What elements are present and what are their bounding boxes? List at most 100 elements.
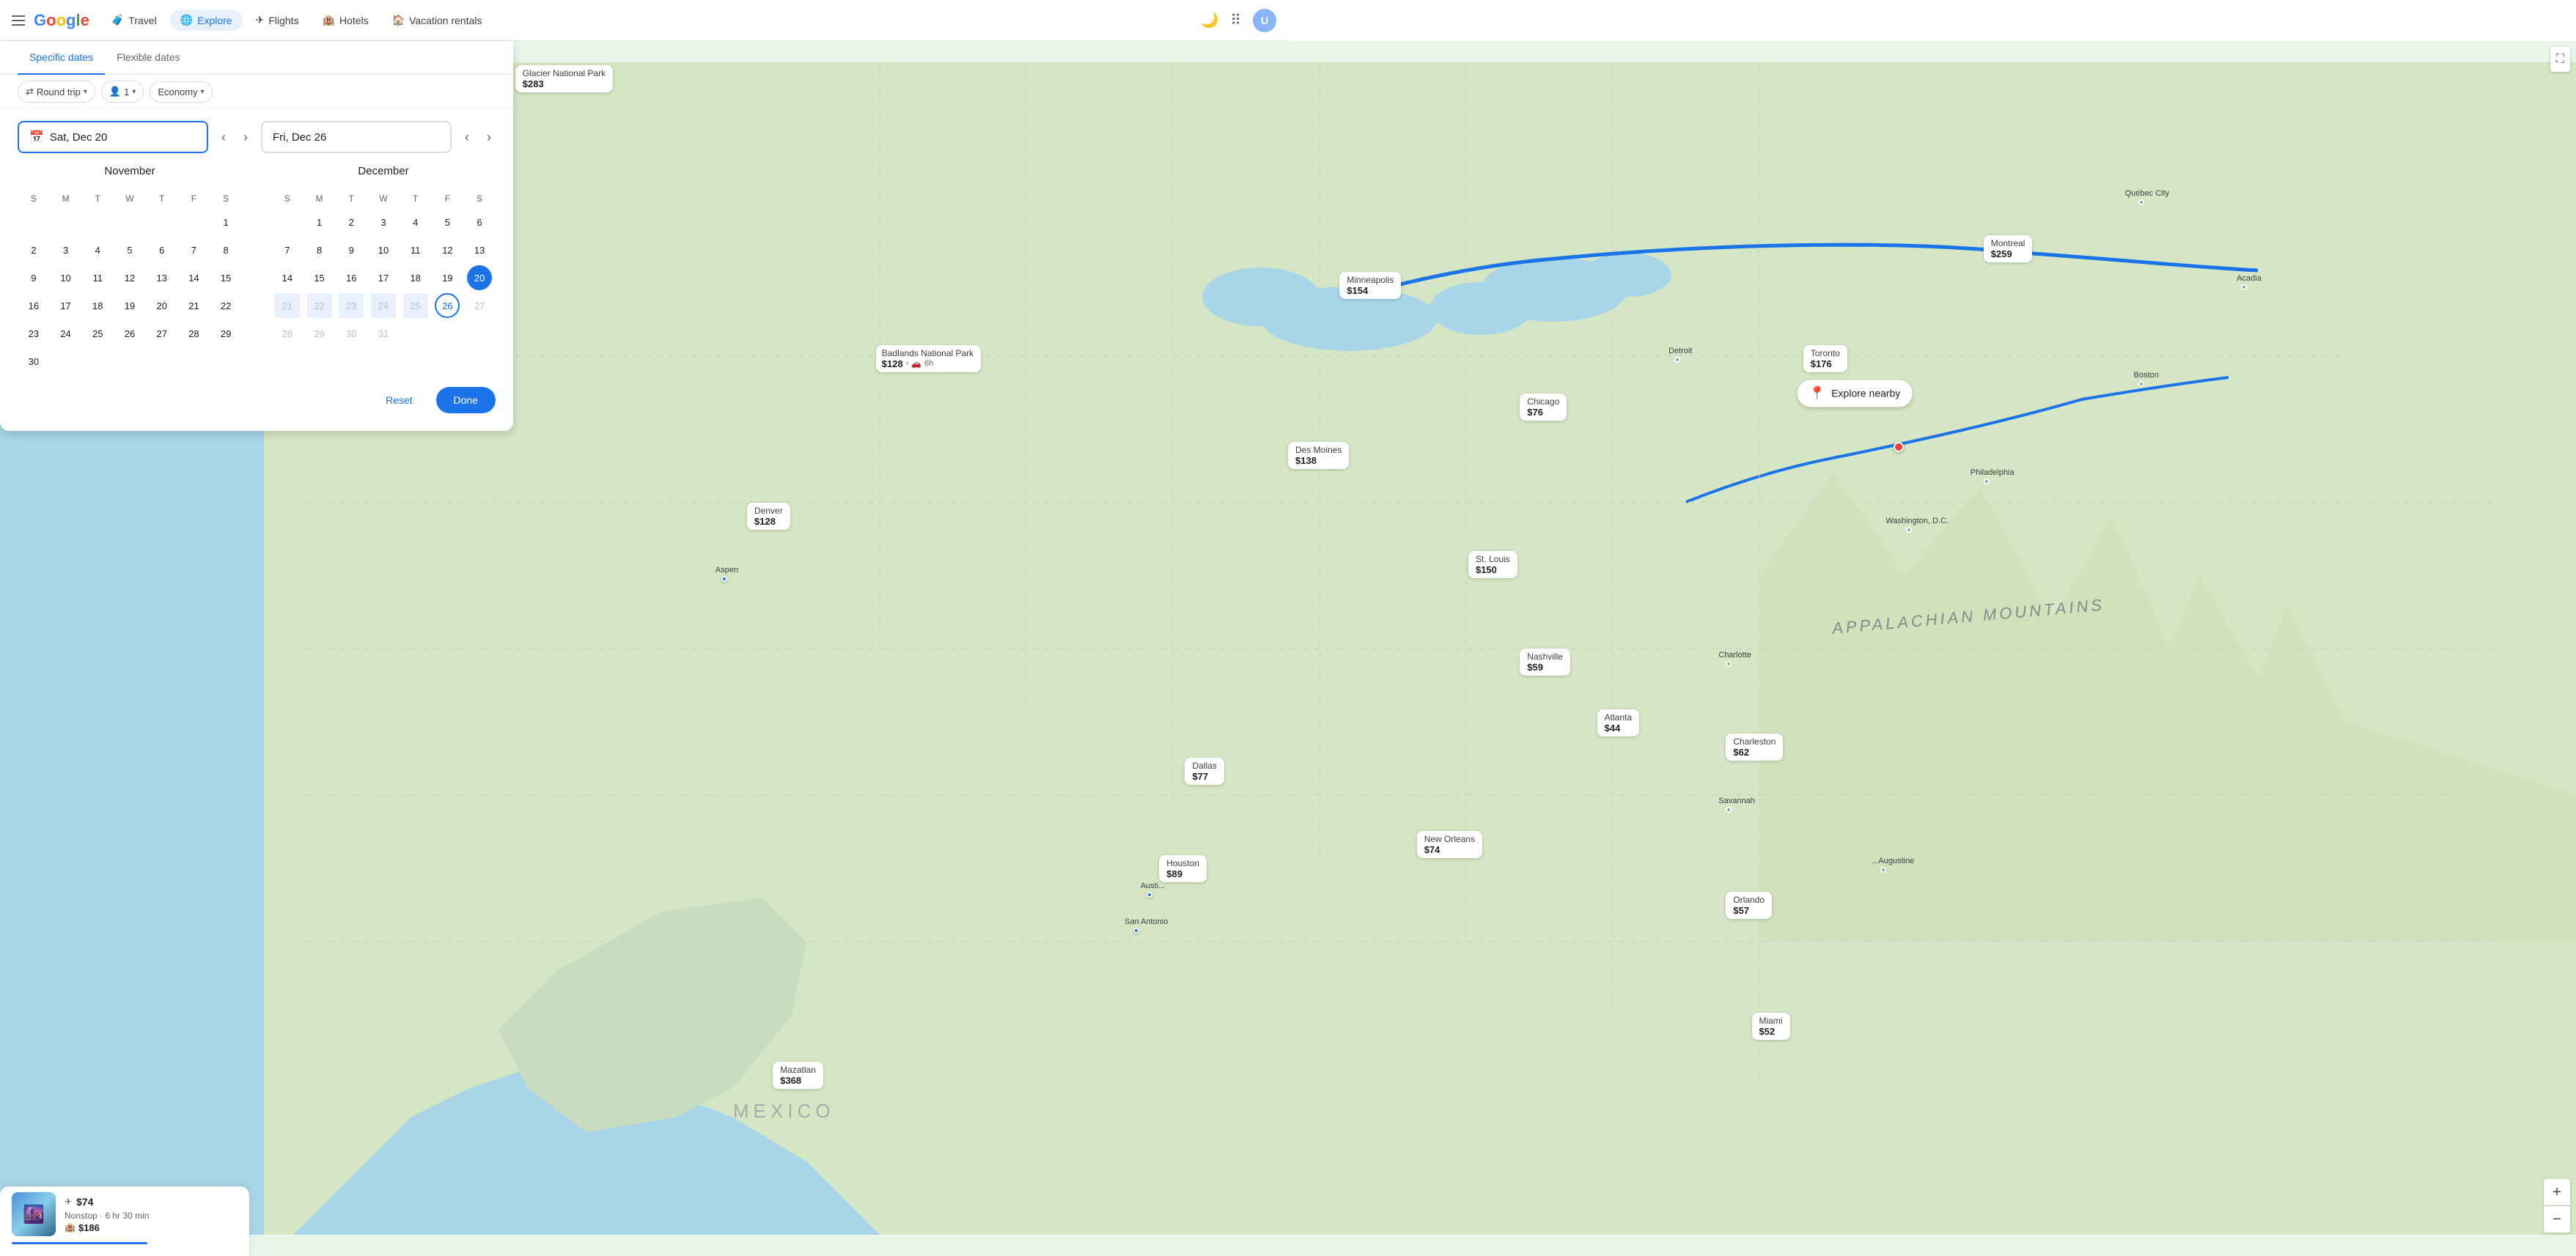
nov-day-3[interactable]: 3 xyxy=(54,237,78,262)
dec-day-11[interactable]: 11 xyxy=(403,237,428,262)
dec-day-8[interactable]: 8 xyxy=(307,237,332,262)
zoom-out-button[interactable]: − xyxy=(2544,1206,2570,1233)
dec-day-3[interactable]: 3 xyxy=(371,210,396,234)
dec-day-17[interactable]: 17 xyxy=(371,265,396,290)
price-label-miami[interactable]: Miami $52 xyxy=(1752,1013,1790,1040)
dec-day-18[interactable]: 18 xyxy=(403,265,428,290)
nov-day-10[interactable]: 10 xyxy=(54,265,78,290)
dec-day-31[interactable]: 31 xyxy=(371,321,396,346)
nov-day-8[interactable]: 8 xyxy=(213,237,238,262)
dec-day-23[interactable]: 23 xyxy=(339,293,364,318)
price-label-chicago[interactable]: Chicago $76 xyxy=(1520,394,1567,421)
dec-day-22[interactable]: 22 xyxy=(307,293,332,318)
dec-day-12[interactable]: 12 xyxy=(435,237,460,262)
dec-day-13[interactable]: 13 xyxy=(467,237,492,262)
nov-day-11[interactable]: 11 xyxy=(85,265,110,290)
price-label-dallas[interactable]: Dallas $77 xyxy=(1185,758,1223,785)
zoom-in-button[interactable]: + xyxy=(2544,1179,2570,1205)
dec-day-25[interactable]: 25 xyxy=(403,293,428,318)
dec-day-28[interactable]: 28 xyxy=(275,321,300,346)
end-date-prev-button[interactable]: ‹ xyxy=(460,121,474,153)
nov-day-25[interactable]: 25 xyxy=(85,321,110,346)
price-label-toronto[interactable]: Toronto $176 xyxy=(1803,345,1847,372)
price-label-nashville[interactable]: Nashville $59 xyxy=(1520,649,1570,676)
nov-day-5[interactable]: 5 xyxy=(117,237,142,262)
end-date-input[interactable]: Fri, Dec 26 xyxy=(261,121,452,153)
nav-tab-travel[interactable]: 🧳 Travel xyxy=(101,10,167,31)
dot-boston[interactable]: Boston xyxy=(2138,381,2144,387)
price-label-denver[interactable]: Denver $128 xyxy=(747,503,790,530)
nov-day-20[interactable]: 20 xyxy=(150,293,174,318)
nov-day-22[interactable]: 22 xyxy=(213,293,238,318)
dot-quebec[interactable]: Québec City xyxy=(2138,199,2144,205)
nov-day-7[interactable]: 7 xyxy=(181,237,206,262)
nov-day-13[interactable]: 13 xyxy=(150,265,174,290)
nov-day-29[interactable]: 29 xyxy=(213,321,238,346)
cabin-class-select[interactable]: Economy ▾ xyxy=(150,81,212,103)
nav-tab-explore[interactable]: 🌐 Explore xyxy=(170,10,243,31)
price-label-desmoines[interactable]: Des Moines $138 xyxy=(1288,442,1349,469)
price-label-minneapolis[interactable]: Minneapolis $154 xyxy=(1339,272,1401,299)
price-label-houston[interactable]: Houston $89 xyxy=(1159,855,1207,882)
flight-card[interactable]: 🌆 ✈ $74 Nonstop · 6 hr 30 min 🏨 $186 xyxy=(0,1186,249,1256)
dec-day-15[interactable]: 15 xyxy=(307,265,332,290)
dot-aspen[interactable]: Aspen xyxy=(721,576,727,582)
user-avatar[interactable]: U xyxy=(1253,9,1276,32)
nov-day-2[interactable]: 2 xyxy=(21,237,46,262)
dot-acadia[interactable]: Acadia xyxy=(2241,284,2247,290)
price-label-badlands[interactable]: Badlands National Park $128 › 🚗 6h xyxy=(876,345,981,372)
nov-day-9[interactable]: 9 xyxy=(21,265,46,290)
reset-button[interactable]: Reset xyxy=(371,387,427,413)
dot-savannah[interactable]: Savannah xyxy=(1726,807,1732,813)
nov-day-4[interactable]: 4 xyxy=(85,237,110,262)
dot-charlotte[interactable]: Charlotte xyxy=(1726,661,1732,667)
start-date-prev-button[interactable]: ‹ xyxy=(217,121,230,153)
nov-day-14[interactable]: 14 xyxy=(181,265,206,290)
nov-day-19[interactable]: 19 xyxy=(117,293,142,318)
nov-day-28[interactable]: 28 xyxy=(181,321,206,346)
dec-day-16[interactable]: 16 xyxy=(339,265,364,290)
dot-austin[interactable]: Austi... xyxy=(1147,892,1152,898)
dark-mode-icon[interactable]: 🌙 xyxy=(1200,11,1218,29)
price-label-charleston[interactable]: Charleston $62 xyxy=(1726,734,1783,761)
nov-day-15[interactable]: 15 xyxy=(213,265,238,290)
dec-day-20[interactable]: 20 xyxy=(467,265,492,290)
dec-day-19[interactable]: 19 xyxy=(435,265,460,290)
price-label-orlando[interactable]: Orlando $57 xyxy=(1726,892,1772,919)
price-label-atlanta[interactable]: Atlanta $44 xyxy=(1597,709,1639,736)
dec-day-9[interactable]: 9 xyxy=(339,237,364,262)
dec-day-5[interactable]: 5 xyxy=(435,210,460,234)
dec-day-24[interactable]: 24 xyxy=(371,293,396,318)
dot-philadelphia[interactable]: Philadelphia xyxy=(1984,479,1990,484)
nov-day-18[interactable]: 18 xyxy=(85,293,110,318)
done-button[interactable]: Done xyxy=(436,387,496,413)
dec-day-2[interactable]: 2 xyxy=(339,210,364,234)
nav-tab-flights[interactable]: ✈ Flights xyxy=(246,10,309,31)
specific-dates-tab[interactable]: Specific dates xyxy=(18,41,105,75)
nov-day-30[interactable]: 30 xyxy=(21,349,46,374)
nov-day-27[interactable]: 27 xyxy=(150,321,174,346)
start-date-next-button[interactable]: › xyxy=(239,121,252,153)
start-date-input[interactable]: 📅 Sat, Dec 20 xyxy=(18,121,208,153)
passengers-select[interactable]: 👤 1 ▾ xyxy=(101,81,144,103)
price-label-montreal[interactable]: Montreal $259 xyxy=(1984,235,2033,262)
nov-day-26[interactable]: 26 xyxy=(117,321,142,346)
nov-day-12[interactable]: 12 xyxy=(117,265,142,290)
dec-day-4[interactable]: 4 xyxy=(403,210,428,234)
dec-day-29[interactable]: 29 xyxy=(307,321,332,346)
dec-day-30[interactable]: 30 xyxy=(339,321,364,346)
flexible-dates-tab[interactable]: Flexible dates xyxy=(105,41,191,75)
dec-day-7[interactable]: 7 xyxy=(275,237,300,262)
nav-tab-hotels[interactable]: 🏨 Hotels xyxy=(312,10,379,31)
nov-day-21[interactable]: 21 xyxy=(181,293,206,318)
trip-type-select[interactable]: ⇄ Round trip ▾ xyxy=(18,81,95,103)
apps-grid-icon[interactable]: ⠿ xyxy=(1230,11,1241,29)
expand-map-button[interactable]: ⛶ xyxy=(2550,47,2570,72)
dec-day-6[interactable]: 6 xyxy=(467,210,492,234)
nov-day-17[interactable]: 17 xyxy=(54,293,78,318)
nov-day-16[interactable]: 16 xyxy=(21,293,46,318)
dec-day-1[interactable]: 1 xyxy=(307,210,332,234)
nov-day-24[interactable]: 24 xyxy=(54,321,78,346)
explore-nearby-button[interactable]: 📍 Explore nearby xyxy=(1797,380,1913,407)
end-date-next-button[interactable]: › xyxy=(482,121,496,153)
